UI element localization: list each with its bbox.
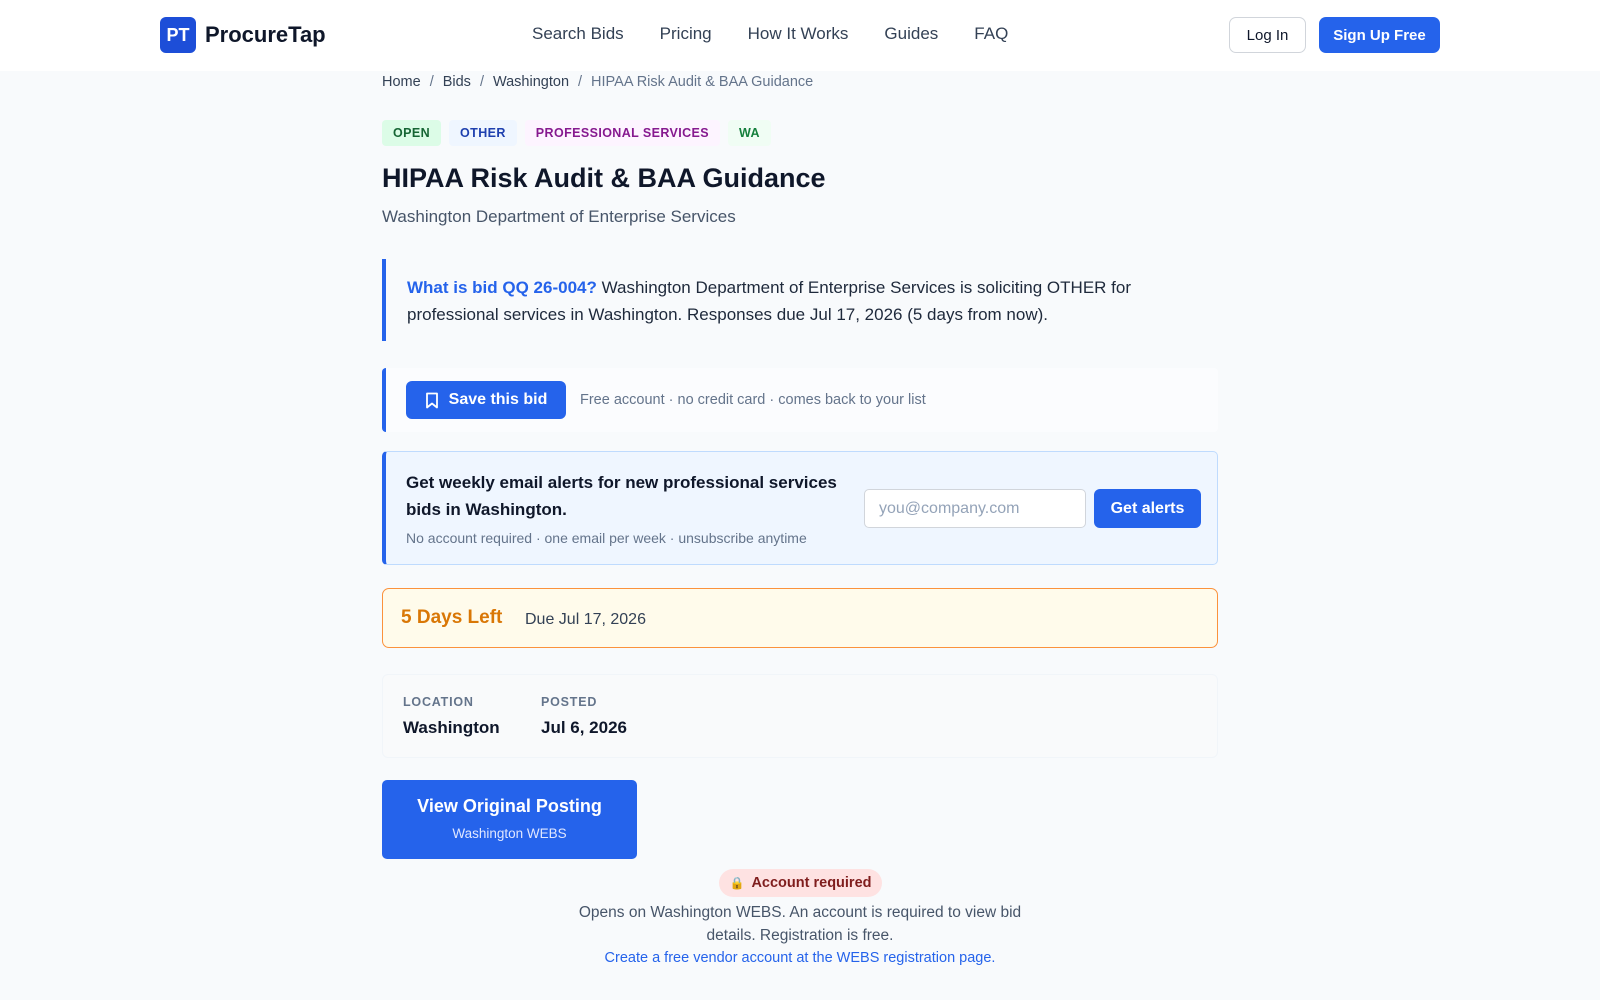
- main-nav: Search Bids Pricing How It Works Guides …: [532, 24, 1008, 44]
- email-alerts-panel: Get weekly email alerts for new professi…: [382, 451, 1218, 565]
- view-original-posting-button[interactable]: View Original Posting Washington WEBS: [382, 780, 637, 859]
- login-button[interactable]: Log In: [1229, 17, 1306, 53]
- nav-guides[interactable]: Guides: [884, 24, 938, 44]
- bid-tags: OPEN OTHER PROFESSIONAL SERVICES WA: [382, 120, 771, 146]
- meta-location: LOCATION Washington: [403, 695, 500, 738]
- signup-button[interactable]: Sign Up Free: [1319, 17, 1440, 53]
- alerts-note: No account required · one email per week…: [406, 530, 807, 546]
- page-title: HIPAA Risk Audit & BAA Guidance: [382, 163, 826, 193]
- logo-mark: PT: [160, 17, 196, 53]
- breadcrumb-separator: /: [429, 74, 434, 90]
- registration-link[interactable]: Create a free vendor account at the WEBS…: [500, 950, 1100, 966]
- account-required-badge: 🔒 Account required: [719, 869, 882, 897]
- posting-source: Washington WEBS: [452, 826, 567, 841]
- breadcrumb-bids[interactable]: Bids: [443, 74, 471, 90]
- alerts-title: Get weekly email alerts for new professi…: [406, 473, 837, 519]
- posted-label: POSTED: [541, 695, 598, 709]
- save-note: Free account · no credit card · comes ba…: [580, 392, 926, 408]
- meta-posted: POSTED Jul 6, 2026: [541, 695, 627, 738]
- top-navbar: PT ProcureTap Search Bids Pricing How It…: [0, 0, 1600, 71]
- nav-search-bids[interactable]: Search Bids: [532, 24, 624, 44]
- category-badge: PROFESSIONAL SERVICES: [524, 120, 721, 146]
- status-badge: OPEN: [382, 120, 442, 146]
- due-date: Due Jul 17, 2026: [525, 611, 646, 628]
- get-alerts-button[interactable]: Get alerts: [1094, 489, 1201, 528]
- location-value: Washington: [403, 718, 500, 737]
- save-bid-label: Save this bid: [448, 391, 548, 408]
- save-bid-button[interactable]: Save this bid: [406, 381, 566, 419]
- breadcrumb-separator: /: [479, 74, 484, 90]
- logo[interactable]: PT ProcureTap: [160, 17, 326, 53]
- location-label: LOCATION: [403, 695, 474, 709]
- nav-how-it-works[interactable]: How It Works: [748, 24, 849, 44]
- bookmark-icon: [425, 392, 438, 408]
- save-bid-panel: Save this bid Free account · no credit c…: [382, 368, 1218, 432]
- state-badge: WA: [728, 120, 771, 146]
- breadcrumb: Home / Bids / Washington / HIPAA Risk Au…: [382, 74, 813, 90]
- posted-value: Jul 6, 2026: [541, 718, 628, 737]
- nav-faq[interactable]: FAQ: [974, 24, 1008, 44]
- logo-text: ProcureTap: [205, 22, 326, 47]
- bid-meta: LOCATION Washington POSTED Jul 6, 2026: [382, 674, 1218, 758]
- summary-question: What is bid QQ 26-004?: [407, 278, 597, 297]
- breadcrumb-home[interactable]: Home: [382, 74, 421, 90]
- agency-name: Washington Department of Enterprise Serv…: [382, 207, 736, 226]
- account-required-label: Account required: [751, 875, 872, 891]
- view-posting-label: View Original Posting: [417, 796, 602, 816]
- email-field[interactable]: [864, 489, 1086, 528]
- bid-summary: What is bid QQ 26-004? Washington Depart…: [382, 259, 1218, 341]
- posting-note: Opens on Washington WEBS. An account is …: [578, 904, 1022, 944]
- days-left: 5 Days Left: [401, 607, 503, 628]
- breadcrumb-separator: /: [578, 74, 583, 90]
- nav-pricing[interactable]: Pricing: [660, 24, 712, 44]
- lock-icon: 🔒: [729, 876, 745, 890]
- deadline-banner: 5 Days Left Due Jul 17, 2026: [382, 588, 1218, 648]
- type-badge: OTHER: [449, 120, 517, 146]
- breadcrumb-state[interactable]: Washington: [493, 74, 569, 90]
- breadcrumb-current: HIPAA Risk Audit & BAA Guidance: [591, 74, 814, 90]
